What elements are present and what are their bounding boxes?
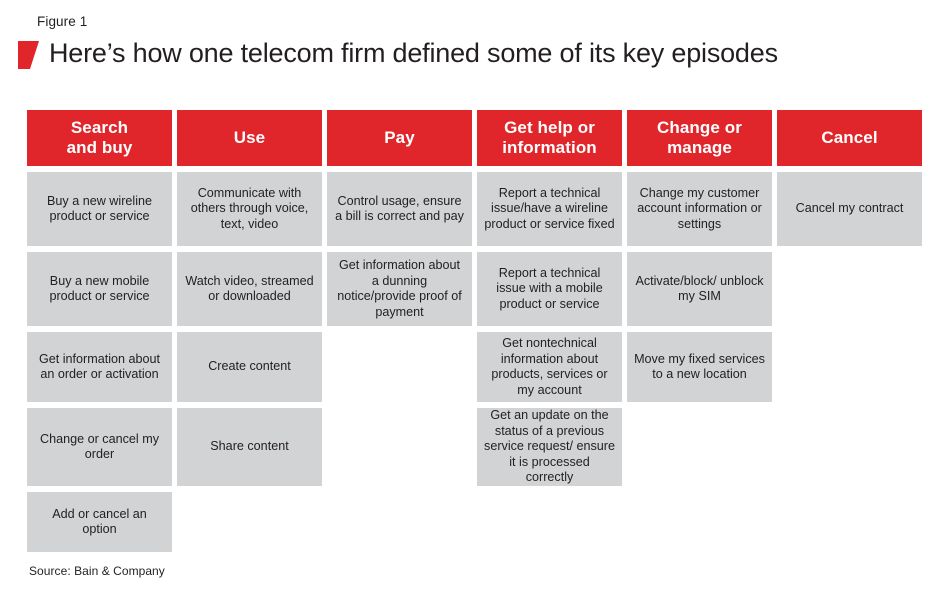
figure-title-row: Here’s how one telecom firm defined some… <box>18 38 778 69</box>
column-header-line2: and buy <box>66 138 133 157</box>
episode-cell: Control usage, ensure a bill is correct … <box>327 172 472 246</box>
episode-label: Get nontechnical information about produ… <box>491 336 608 397</box>
column-header-line1: Cancel <box>821 128 878 147</box>
column-header-line1: Get help or <box>504 118 595 137</box>
episode-cell: Get information about a dunning notice/p… <box>327 252 472 326</box>
episode-label: Get an update on the status of a previou… <box>484 408 615 485</box>
episode-cell: Report a technical issue/have a wireline… <box>477 172 622 246</box>
column-header-line2: information <box>502 138 597 157</box>
episode-label: Add or cancel an option <box>52 506 147 537</box>
episode-label: Buy a new wireline product or service <box>47 193 152 224</box>
episode-label: Report a technical issue/have a wireline… <box>484 185 615 231</box>
episode-cell: Create content <box>177 332 322 402</box>
column-pay: Pay Control usage, ensure a bill is corr… <box>327 110 472 326</box>
episode-cell: Watch video, streamed or downloaded <box>177 252 322 326</box>
column-use: Use Communicate with others through voic… <box>177 110 322 486</box>
episode-cell: Change my customer account information o… <box>627 172 772 246</box>
column-header-get-help-or-information: Get help or information <box>477 110 622 166</box>
episode-cell: Report a technical issue with a mobile p… <box>477 252 622 326</box>
episode-cell: Get nontechnical information about produ… <box>477 332 622 402</box>
episode-label: Get information about an order or activa… <box>38 351 161 382</box>
episode-label: Get information about a dunning notice/p… <box>337 258 462 319</box>
episode-label: Change my customer account information o… <box>637 185 762 231</box>
episode-cell: Move my fixed services to a new location <box>627 332 772 402</box>
episode-grid: Search and buy Buy a new wireline produc… <box>27 110 922 552</box>
column-header-pay: Pay <box>327 110 472 166</box>
column-get-help-or-information: Get help or information Report a technic… <box>477 110 622 486</box>
episode-cell: Cancel my contract <box>777 172 922 246</box>
red-flag-marker-icon <box>18 41 39 69</box>
source-note: Source: Bain & Company <box>29 564 165 578</box>
episode-cell: Activate/block/ unblock my SIM <box>627 252 772 326</box>
column-change-or-manage: Change or manage Change my customer acco… <box>627 110 772 402</box>
figure-page: Figure 1 Here’s how one telecom firm def… <box>0 0 950 602</box>
figure-label: Figure 1 <box>37 14 88 29</box>
episode-label: Change or cancel my order <box>39 431 159 462</box>
episode-label: Communicate with others through voice, t… <box>190 185 309 231</box>
episode-label: Share content <box>210 439 289 454</box>
episode-label: Report a technical issue with a mobile p… <box>496 265 603 311</box>
episode-label: Control usage, ensure a bill is correct … <box>335 193 464 224</box>
column-search-and-buy: Search and buy Buy a new wireline produc… <box>27 110 172 552</box>
column-header-line2: manage <box>667 138 732 157</box>
episode-label: Cancel my contract <box>795 201 904 216</box>
episode-cell: Change or cancel my order <box>27 408 172 486</box>
episode-label: Buy a new mobile product or service <box>49 273 150 304</box>
episode-cell: Buy a new mobile product or service <box>27 252 172 326</box>
episode-cell: Buy a new wireline product or service <box>27 172 172 246</box>
column-header-line1: Change or <box>657 118 742 137</box>
column-header-line1: Search <box>70 118 129 137</box>
episode-label: Create content <box>208 359 291 374</box>
episode-cell: Communicate with others through voice, t… <box>177 172 322 246</box>
column-header-use: Use <box>177 110 322 166</box>
column-header-change-or-manage: Change or manage <box>627 110 772 166</box>
page-title: Here’s how one telecom firm defined some… <box>49 38 778 68</box>
episode-cell: Add or cancel an option <box>27 492 172 552</box>
column-header-search-and-buy: Search and buy <box>27 110 172 166</box>
column-header-cancel: Cancel <box>777 110 922 166</box>
episode-label: Activate/block/ unblock my SIM <box>635 273 764 304</box>
episode-label: Move my fixed services to a new location <box>634 351 765 382</box>
episode-cell: Get an update on the status of a previou… <box>477 408 622 486</box>
column-header-line1: Use <box>233 128 266 147</box>
column-header-line1: Pay <box>384 128 415 147</box>
episode-cell: Share content <box>177 408 322 486</box>
episode-label: Watch video, streamed or downloaded <box>185 273 314 304</box>
column-cancel: Cancel Cancel my contract <box>777 110 922 246</box>
episode-cell: Get information about an order or activa… <box>27 332 172 402</box>
